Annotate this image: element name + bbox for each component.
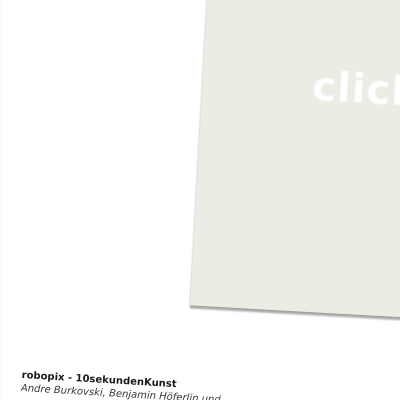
click-prompt-text[interactable]: click [311, 64, 400, 116]
artwork-panel[interactable]: click [189, 0, 400, 320]
page: click robopix - 10sekundenKunst Andre Bu… [0, 0, 400, 400]
page-content: click [0, 0, 400, 400]
